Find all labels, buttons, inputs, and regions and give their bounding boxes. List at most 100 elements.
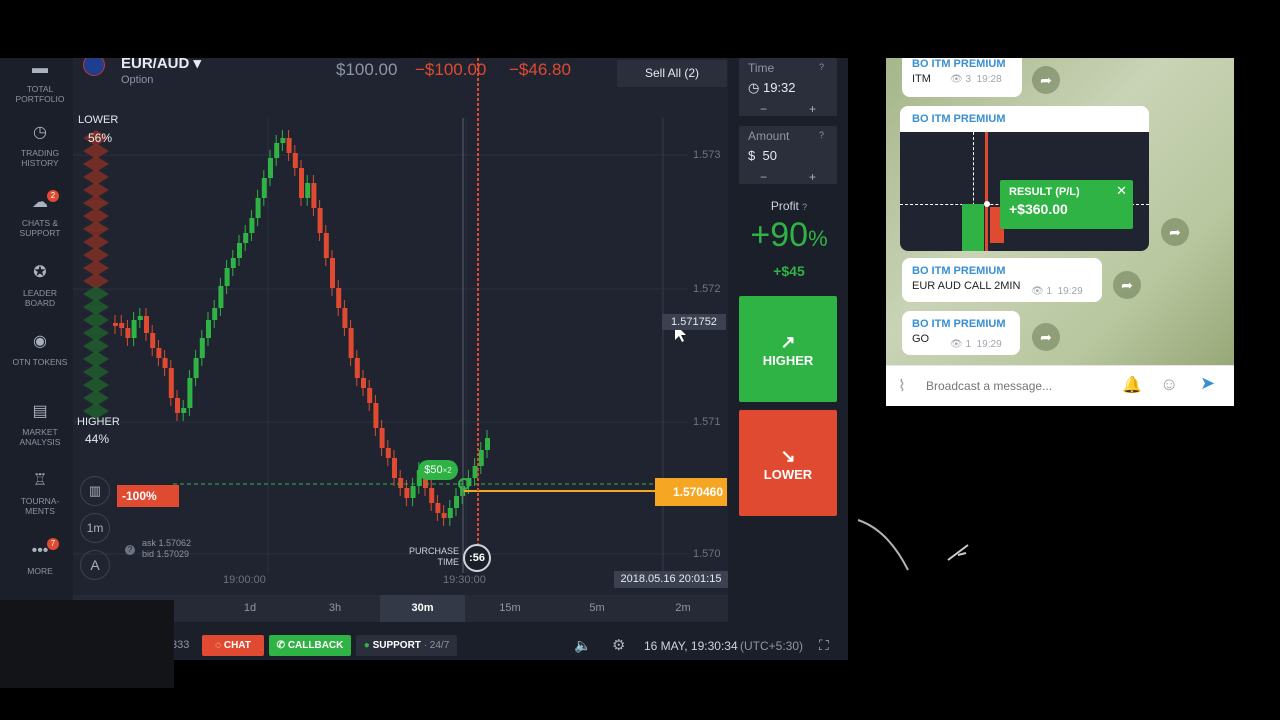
- message-meta: 👁 1 19:29: [950, 339, 1002, 350]
- candle-body: [261, 178, 267, 198]
- candle-body: [429, 488, 435, 503]
- online-dot-icon: ●: [363, 640, 370, 651]
- sentiment-higher-label: HIGHER: [77, 416, 120, 428]
- candle-body: [336, 288, 342, 308]
- timeframe-1d[interactable]: 1d: [215, 595, 285, 622]
- settings-gear-icon[interactable]: ⚙: [612, 636, 625, 654]
- sell-all-button[interactable]: Sell All (2): [617, 60, 727, 87]
- candle-body: [125, 328, 131, 338]
- current-datetime: 16 MAY, 19:30:34: [644, 639, 738, 653]
- timeframe-15m[interactable]: 15m: [475, 595, 545, 622]
- token-icon: ◉: [33, 333, 47, 350]
- time-plus-button[interactable]: +: [788, 102, 837, 116]
- forward-icon[interactable]: ➦: [1161, 218, 1189, 246]
- higher-button[interactable]: ↗ HIGHER: [739, 296, 837, 402]
- chart-type-icon[interactable]: ▥: [80, 476, 110, 506]
- drawing-tool-icon[interactable]: A: [80, 550, 110, 580]
- message-sender: BO ITM PREMIUM: [912, 265, 1006, 277]
- candle-body: [193, 358, 199, 378]
- expiry-time-box[interactable]: Time ? ◷ 19:32 − +: [739, 58, 837, 116]
- sidebar-item-total-portfolio[interactable]: ▬ TOTAL PORTFOLIO: [7, 58, 73, 104]
- timeframe-30m[interactable]: 30m: [380, 595, 465, 622]
- message-text: ITM 👁 3 19:28: [912, 73, 1012, 85]
- eye-icon: 👁: [1031, 286, 1044, 297]
- amount-box[interactable]: Amount ? $ 50 − +: [739, 126, 837, 184]
- forward-icon[interactable]: ➦: [1032, 66, 1060, 94]
- price-axis-label: 1.570: [693, 548, 721, 560]
- asset-selector[interactable]: EUR/AUD ▾: [121, 58, 201, 72]
- paperclip-icon[interactable]: ⌇: [898, 376, 906, 396]
- callback-button[interactable]: ✆ CALLBACK: [269, 635, 351, 656]
- candle-body: [274, 143, 280, 158]
- candle-body: [150, 333, 156, 348]
- telegram-channel: BO ITM PREMIUM ITM 👁 3 19:28 ➦ BO ITM PR…: [886, 58, 1234, 406]
- notification-badge: 2: [47, 190, 59, 202]
- analysis-icon: ▤: [32, 403, 48, 420]
- timeframe-button[interactable]: 1m: [80, 513, 110, 543]
- chat-icon: ◌: [215, 640, 222, 651]
- candle-body: [311, 183, 317, 208]
- amount-plus-button[interactable]: +: [788, 170, 837, 184]
- candlestick-chart[interactable]: [73, 58, 728, 595]
- message-time: 19:29: [976, 339, 1002, 350]
- candle-body: [441, 513, 447, 518]
- close-icon[interactable]: ✕: [1116, 183, 1127, 199]
- candle-body: [398, 478, 404, 488]
- candle-body: [199, 338, 205, 358]
- eye-icon: 👁: [950, 339, 963, 350]
- message-bubble: BO ITM PREMIUM GO 👁 1 19:29: [902, 311, 1020, 355]
- chevron-down-icon: ▾: [193, 58, 202, 72]
- sidebar-item-leader-board[interactable]: ✪ LEADER BOARD: [7, 262, 73, 308]
- help-icon[interactable]: ?: [819, 130, 824, 140]
- forward-icon[interactable]: ➦: [1032, 323, 1060, 351]
- notification-badge: 7: [47, 538, 59, 550]
- loss-percent-tag: -100%: [117, 485, 179, 507]
- candle-body: [168, 368, 174, 398]
- currency-symbol: $: [748, 148, 756, 163]
- deal-amount: $50: [424, 464, 443, 476]
- support-button[interactable]: ● SUPPORT · 24/7: [356, 635, 457, 656]
- sidebar-item-otn-tokens[interactable]: ◉ OTN TOKENS: [7, 331, 73, 367]
- sidebar-item-chats-support[interactable]: ☁ 2 CHATS & SUPPORT: [7, 190, 73, 238]
- help-icon[interactable]: ?: [125, 545, 135, 555]
- candle-body: [373, 403, 379, 428]
- emoji-icon[interactable]: ☺: [1160, 374, 1178, 395]
- candle-body: [212, 308, 218, 320]
- time-axis-label: 19:00:00: [223, 574, 266, 586]
- amount-minus-button[interactable]: −: [739, 170, 788, 184]
- candle-body: [218, 286, 224, 308]
- send-icon[interactable]: ➤: [1200, 373, 1215, 394]
- fullscreen-icon[interactable]: ⛶: [819, 637, 829, 654]
- help-icon[interactable]: ?: [802, 202, 807, 212]
- candle-body: [454, 496, 459, 508]
- message-sender: BO ITM PREMIUM: [912, 58, 1006, 70]
- broadcast-input[interactable]: [926, 374, 1106, 398]
- chat-button[interactable]: ◌ CHAT: [202, 635, 264, 656]
- lower-button[interactable]: ↘ LOWER: [739, 410, 837, 516]
- current-price-label: 1.571752: [662, 314, 726, 330]
- candle-body: [367, 388, 373, 403]
- time-minus-button[interactable]: −: [739, 102, 788, 116]
- candle-body: [342, 308, 348, 328]
- timeframe-2m[interactable]: 2m: [648, 595, 718, 622]
- forward-icon[interactable]: ➦: [1113, 271, 1141, 299]
- sidebar-item-tournaments[interactable]: ♖ TOURNA-MENTS: [7, 470, 73, 516]
- sidebar-item-more[interactable]: ••• 7 MORE: [7, 538, 73, 576]
- bell-icon[interactable]: 🔔: [1122, 375, 1142, 395]
- candle-body: [243, 233, 249, 243]
- candle-body: [119, 323, 125, 328]
- volume-icon[interactable]: 🔈: [574, 637, 591, 654]
- sidebar-item-market-analysis[interactable]: ▤ MARKET ANALYSIS: [7, 401, 73, 447]
- clock-icon: ◷: [748, 80, 760, 95]
- deal-amount-tag[interactable]: $50×2: [418, 460, 458, 480]
- timeframe-3h[interactable]: 3h: [300, 595, 370, 622]
- entry-point: [984, 201, 990, 207]
- candle-body: [113, 323, 118, 326]
- price-chart[interactable]: EUR/AUD ▾ Option $100.00 −$100.00 −$46.8…: [73, 58, 728, 595]
- sidebar-item-trading-history[interactable]: ◷ TRADING HISTORY: [7, 122, 73, 168]
- help-icon[interactable]: ?: [819, 62, 824, 72]
- timeframe-5m[interactable]: 5m: [562, 595, 632, 622]
- strike-price-tag: 1.570460: [655, 478, 727, 506]
- price-axis-label: 1.573: [693, 149, 721, 161]
- message-meta: 👁 1 19:29: [1031, 286, 1083, 297]
